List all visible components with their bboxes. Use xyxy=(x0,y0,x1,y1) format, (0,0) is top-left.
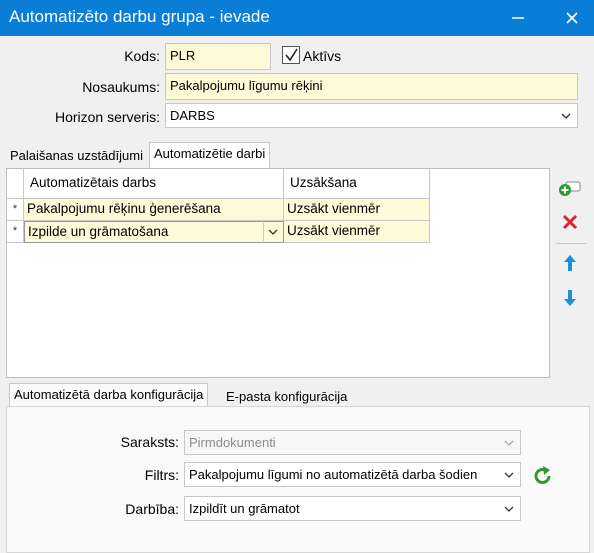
server-select[interactable]: DARBS xyxy=(165,103,578,128)
refresh-icon[interactable] xyxy=(532,465,554,487)
filter-select[interactable]: Pakalpojumu līgumi no automatizētā darba… xyxy=(184,462,521,487)
close-icon[interactable] xyxy=(552,0,592,36)
filter-value: Pakalpojumu līgumi no automatizētā darba… xyxy=(189,467,478,482)
table-row-start[interactable]: Uzsākt vienmēr xyxy=(284,221,430,243)
code-label: Kods: xyxy=(124,48,160,64)
active-label: Aktīvs xyxy=(303,48,342,64)
table-row-job: Izpilde un grāmatošana xyxy=(28,224,169,239)
tab-launch-settings[interactable]: Palaišanas uzstādījumi xyxy=(6,145,147,167)
tab-job-configuration[interactable]: Automatizētā darba konfigurācija xyxy=(9,383,209,408)
title-bar: Automatizēto darbu grupa - ievade xyxy=(0,0,594,36)
grid-corner xyxy=(7,169,24,199)
jobs-grid: Automatizētais darbs Uzsākšana * Pakalpo… xyxy=(6,168,550,378)
action-label: Darbība: xyxy=(125,501,179,517)
chevron-down-icon xyxy=(504,472,514,478)
list-value: Pirmdokumenti xyxy=(189,435,276,450)
checkmark-icon xyxy=(285,48,298,62)
name-input[interactable]: Pakalpojumu līgumu rēķini xyxy=(165,73,578,100)
active-checkbox[interactable] xyxy=(282,46,300,64)
row-marker: * xyxy=(7,199,24,221)
action-select[interactable]: Izpildīt un grāmatot xyxy=(184,496,521,521)
divider xyxy=(556,243,586,244)
list-label: Saraksts: xyxy=(120,434,179,450)
chevron-down-icon xyxy=(504,440,514,446)
list-select: Pirmdokumenti xyxy=(184,430,521,455)
code-input[interactable]: PLR xyxy=(165,43,271,70)
window-title: Automatizēto darbu grupa - ievade xyxy=(9,7,270,26)
table-row-start[interactable]: Uzsākt vienmēr xyxy=(284,199,430,221)
arrow-up-icon[interactable] xyxy=(558,251,582,275)
table-row-job-editing[interactable]: Izpilde un grāmatošana xyxy=(24,221,284,243)
table-row-job[interactable]: Pakalpojumu rēķinu ģenerēšana xyxy=(24,199,284,221)
tab-email-configuration[interactable]: E-pasta konfigurācija xyxy=(222,386,351,408)
column-header-job[interactable]: Automatizētais darbs xyxy=(24,169,284,199)
name-label: Nosaukums: xyxy=(82,79,160,95)
delete-icon[interactable] xyxy=(558,210,582,234)
server-value: DARBS xyxy=(170,108,215,123)
chevron-down-icon[interactable] xyxy=(263,223,282,241)
minimize-icon[interactable] xyxy=(498,0,538,36)
chevron-down-icon xyxy=(561,113,571,119)
filter-label: Filtrs: xyxy=(144,467,179,483)
tab-automated-jobs[interactable]: Automatizētie darbi xyxy=(149,142,271,168)
row-marker: * xyxy=(7,221,24,243)
action-value: Izpildīt un grāmatot xyxy=(189,501,300,516)
arrow-down-icon[interactable] xyxy=(558,286,582,310)
add-row-icon[interactable] xyxy=(558,176,582,200)
column-header-start[interactable]: Uzsākšana xyxy=(284,169,430,199)
chevron-down-icon xyxy=(504,506,514,512)
server-label: Horizon serveris: xyxy=(54,109,160,125)
